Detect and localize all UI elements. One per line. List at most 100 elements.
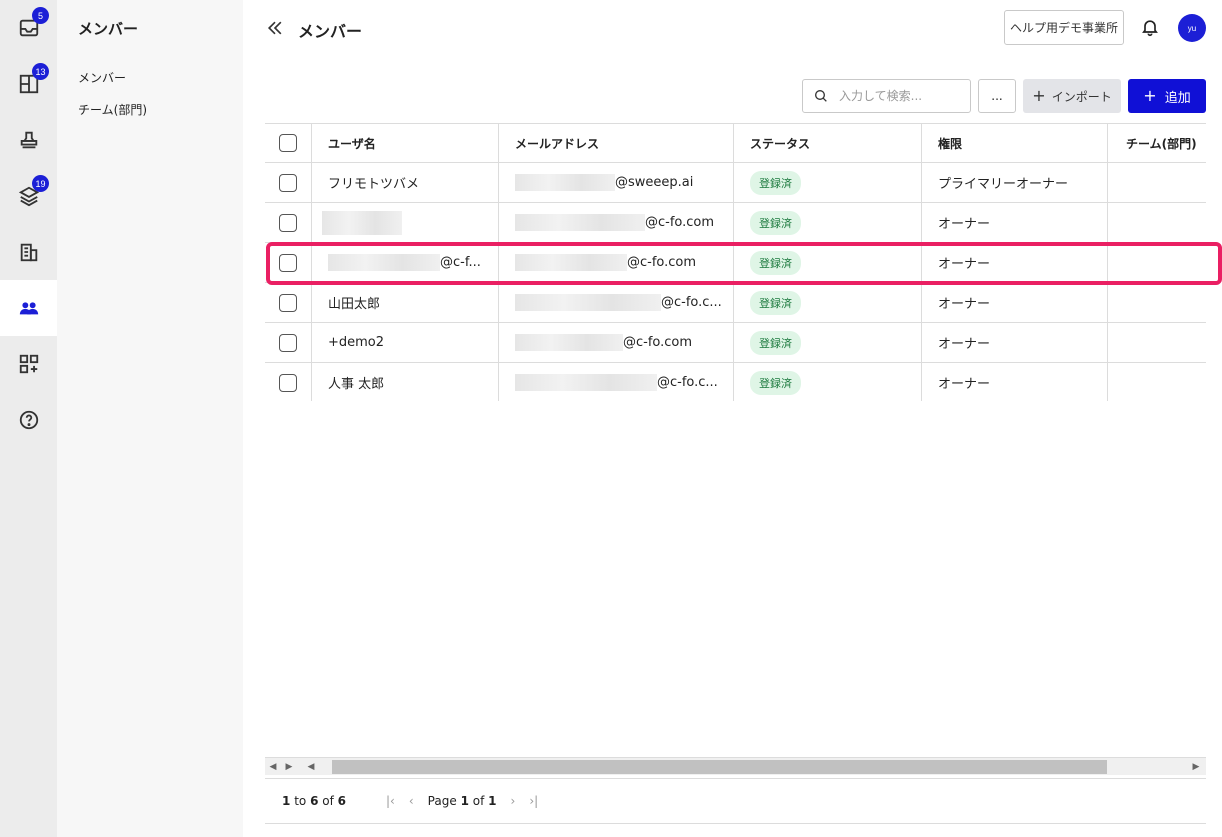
- row-checkbox[interactable]: [279, 253, 297, 272]
- building-icon: [20, 243, 37, 262]
- row-count-summary: 1 to 6 of 6: [282, 794, 347, 808]
- redacted-username: [328, 254, 440, 271]
- search-box[interactable]: [802, 79, 971, 113]
- main-content: メンバー ヘルプ用デモ事業所 yu ... + インポート + 追加 ユーザ名 …: [243, 0, 1222, 837]
- status-badge: 登録済: [750, 330, 801, 355]
- plus-icon: +: [1032, 86, 1046, 105]
- redacted-username: [322, 210, 402, 235]
- status-badge: 登録済: [750, 250, 801, 275]
- row-checkbox[interactable]: [279, 333, 297, 352]
- team-cell: [1108, 203, 1206, 242]
- previous-page-icon[interactable]: ‹: [409, 794, 414, 808]
- scrollbar-thumb[interactable]: [332, 760, 1107, 774]
- rail-apps[interactable]: [0, 336, 57, 392]
- status-badge: 登録済: [750, 170, 801, 195]
- scroll-left-icon[interactable]: ◀: [303, 762, 319, 772]
- row-checkbox[interactable]: [279, 293, 297, 312]
- select-all-checkbox[interactable]: [279, 134, 297, 152]
- pagination: 1 to 6 of 6 |‹ ‹ Page 1 of 1 › ›|: [265, 778, 1206, 824]
- sub-navigation: メンバー メンバー チーム(部門): [57, 0, 243, 837]
- next-page-icon[interactable]: ›: [511, 794, 516, 808]
- table-row[interactable]: @c-f... @c-fo.com 登録済 オーナー: [265, 243, 1206, 283]
- documents-badge: 13: [32, 63, 49, 80]
- page-indicator: Page 1 of 1: [427, 794, 497, 808]
- username-cell: +demo2: [312, 323, 499, 362]
- add-label: 追加: [1164, 90, 1191, 106]
- status-badge: 登録済: [750, 210, 801, 235]
- subnav-item-teams[interactable]: チーム(部門): [78, 101, 147, 118]
- user-avatar[interactable]: yu: [1178, 14, 1206, 42]
- redacted-email: [515, 334, 623, 351]
- horizontal-scrollbar[interactable]: ◀ ▶ ◀ ▶: [265, 757, 1206, 775]
- role-cell: オーナー: [922, 283, 1108, 322]
- rail-stamp[interactable]: [0, 112, 57, 168]
- table-row[interactable]: 人事 太郎 @c-fo.c... 登録済 オーナー: [265, 363, 1206, 401]
- stamp-icon: [20, 131, 37, 149]
- team-cell: [1108, 323, 1206, 362]
- page-title: メンバー: [298, 22, 363, 41]
- table-header: ユーザ名 メールアドレス ステータス 権限 チーム(部門): [265, 123, 1206, 163]
- icon-rail: 5 13 19: [0, 0, 57, 837]
- plus-icon: +: [1143, 86, 1157, 105]
- redacted-email: [515, 374, 657, 391]
- email-domain: @c-fo.com: [627, 255, 697, 270]
- rail-layers[interactable]: 19: [0, 168, 57, 224]
- rail-building[interactable]: [0, 224, 57, 280]
- scroll-right-pinned-icon[interactable]: ▶: [281, 762, 297, 772]
- column-header-status[interactable]: ステータス: [734, 124, 922, 162]
- notification-bell-icon[interactable]: [1140, 17, 1160, 37]
- column-header-team[interactable]: チーム(部門): [1108, 124, 1206, 162]
- search-icon: [815, 90, 827, 102]
- row-checkbox[interactable]: [279, 373, 297, 392]
- team-cell: [1108, 163, 1206, 202]
- username-cell: 人事 太郎: [312, 363, 499, 401]
- rail-help[interactable]: [0, 392, 57, 448]
- apps-add-icon: [19, 354, 38, 374]
- team-cell: [1108, 283, 1206, 322]
- column-header-role[interactable]: 権限: [922, 124, 1108, 162]
- status-badge: 登録済: [750, 290, 801, 315]
- role-cell: プライマリーオーナー: [922, 163, 1108, 202]
- username-cell: 山田太郎: [312, 283, 499, 322]
- more-button[interactable]: ...: [978, 79, 1016, 113]
- role-cell: オーナー: [922, 203, 1108, 242]
- role-cell: オーナー: [922, 243, 1108, 282]
- subnav-item-members[interactable]: メンバー: [78, 69, 126, 86]
- add-button[interactable]: + 追加: [1128, 79, 1206, 113]
- email-domain: @c-fo.c...: [657, 375, 718, 390]
- table-row[interactable]: 山田太郎 @c-fo.c... 登録済 オーナー: [265, 283, 1206, 323]
- search-input[interactable]: [839, 89, 959, 103]
- redacted-email: [515, 254, 627, 271]
- role-cell: オーナー: [922, 363, 1108, 401]
- username-cell: フリモトツバメ: [312, 163, 499, 202]
- first-page-icon[interactable]: |‹: [386, 794, 395, 808]
- collapse-sidebar-icon[interactable]: [265, 18, 285, 38]
- row-checkbox[interactable]: [279, 173, 297, 192]
- role-cell: オーナー: [922, 323, 1108, 362]
- rail-inbox[interactable]: 5: [0, 0, 57, 56]
- last-page-icon[interactable]: ›|: [529, 794, 538, 808]
- scroll-right-icon[interactable]: ▶: [1188, 762, 1204, 772]
- column-header-username[interactable]: ユーザ名: [312, 124, 499, 162]
- redacted-email: [515, 294, 661, 311]
- table-row[interactable]: +demo2 @c-fo.com 登録済 オーナー: [265, 323, 1206, 363]
- rail-documents[interactable]: 13: [0, 56, 57, 112]
- import-label: インポート: [1051, 89, 1112, 104]
- table-row[interactable]: @c-fo.com 登録済 オーナー: [265, 203, 1206, 243]
- layers-badge: 19: [32, 175, 49, 192]
- row-checkbox[interactable]: [279, 213, 297, 232]
- email-domain: @c-fo.com: [623, 335, 693, 350]
- rail-members[interactable]: [0, 280, 57, 336]
- help-icon: [19, 410, 38, 430]
- status-badge: 登録済: [750, 370, 801, 395]
- members-icon: [19, 302, 38, 315]
- email-domain: @sweeep.ai: [615, 175, 694, 190]
- column-header-email[interactable]: メールアドレス: [499, 124, 734, 162]
- import-button[interactable]: + インポート: [1023, 79, 1121, 113]
- table-row[interactable]: フリモトツバメ @sweeep.ai 登録済 プライマリーオーナー: [265, 163, 1206, 203]
- scroll-left-pinned-icon[interactable]: ◀: [265, 762, 281, 772]
- username-domain: @c-f...: [440, 255, 481, 270]
- company-selector-button[interactable]: ヘルプ用デモ事業所: [1004, 10, 1124, 45]
- email-domain: @c-fo.c...: [661, 295, 722, 310]
- team-cell: [1108, 243, 1206, 282]
